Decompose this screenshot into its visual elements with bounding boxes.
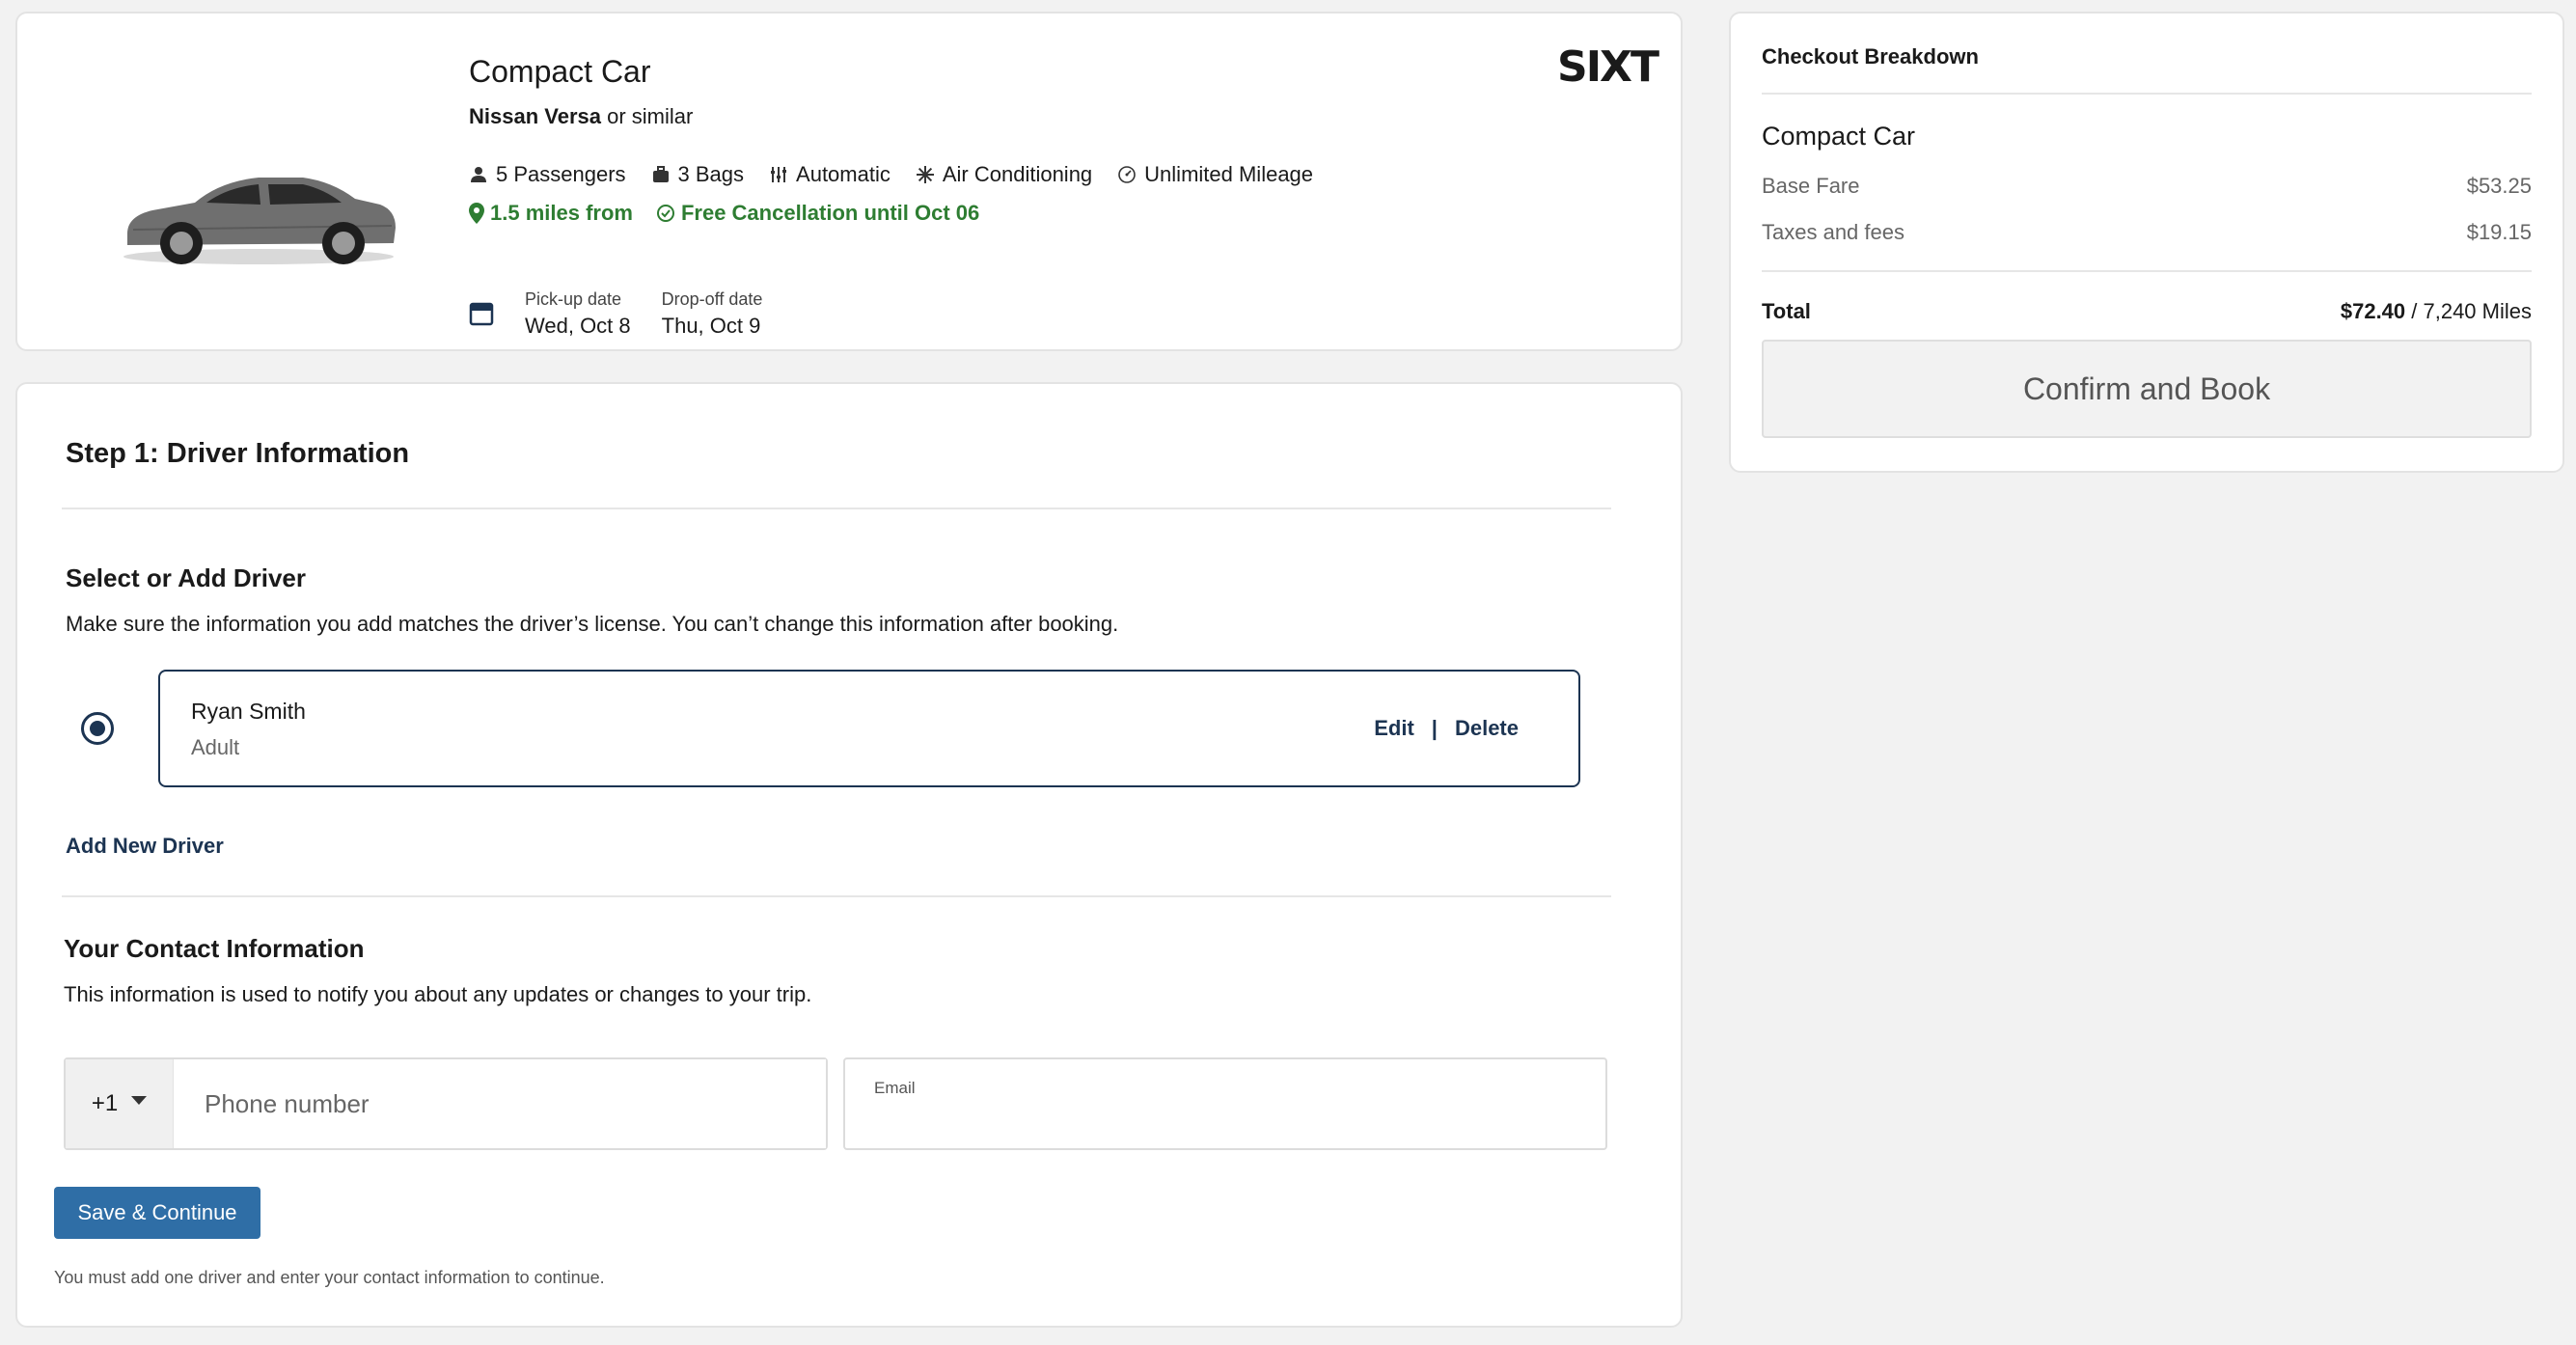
divider	[62, 508, 1611, 509]
country-code-select[interactable]: +1	[66, 1059, 174, 1148]
divider	[1762, 270, 2532, 272]
select-driver-title: Select or Add Driver	[66, 563, 307, 592]
total-amount: $72.40 / 7,240 Miles	[2341, 299, 2532, 324]
taxes-value: $19.15	[2466, 220, 2532, 244]
select-driver-description: Make sure the information you add matche…	[66, 612, 1119, 636]
total-label: Total	[1762, 299, 1811, 323]
cancellation-info: Free Cancellation until Oct 06	[656, 201, 979, 226]
pickup-date: Pick-up date Wed, Oct 8	[525, 289, 631, 339]
checkout-breakdown-card: Checkout Breakdown Compact Car Base Fare…	[1729, 12, 2564, 473]
divider	[62, 895, 1611, 897]
edit-driver-link[interactable]: Edit	[1374, 716, 1414, 741]
driver-name: Ryan Smith	[191, 699, 306, 724]
car-features: 5 Passengers 3 Bags Automatic Air Condit…	[469, 162, 1313, 187]
step-title: Step 1: Driver Information	[66, 438, 410, 469]
total-value: $72.40	[2340, 299, 2406, 323]
dropoff-date: Drop-off date Thu, Oct 9	[662, 289, 763, 339]
feature-bags: 3 Bags	[651, 162, 745, 187]
driver-card[interactable]: Ryan Smith Adult Edit | Delete	[158, 670, 1580, 787]
country-code-value: +1	[91, 1090, 119, 1116]
base-fare-label: Base Fare	[1762, 174, 1860, 198]
car-model-name: Nissan Versa	[469, 104, 601, 128]
phone-number-input[interactable]	[174, 1059, 826, 1148]
continue-requirement-note: You must add one driver and enter your c…	[54, 1268, 605, 1287]
contact-info-title: Your Contact Information	[64, 934, 365, 963]
phone-field: +1	[64, 1057, 828, 1150]
feature-passengers: 5 Passengers	[469, 162, 626, 187]
save-continue-button[interactable]: Save & Continue	[54, 1187, 260, 1239]
feature-mileage-label: Unlimited Mileage	[1144, 162, 1314, 186]
divider	[1762, 93, 2532, 95]
total-miles: / 7,240 Miles	[2405, 299, 2532, 323]
dropoff-date-value: Thu, Oct 9	[661, 314, 761, 338]
rental-dates: Pick-up date Wed, Oct 8 Drop-off date Th…	[469, 289, 762, 339]
dropoff-date-label: Drop-off date	[661, 289, 763, 309]
email-label: Email	[874, 1079, 916, 1097]
sixt-logo: SIXT	[1557, 42, 1659, 92]
confirm-book-button[interactable]: Confirm and Book	[1762, 340, 2532, 438]
car-image	[123, 178, 396, 264]
taxes-row: Taxes and fees $19.15	[1762, 220, 2532, 245]
distance-info: 1.5 miles from	[469, 201, 633, 226]
feature-bags-label: 3 Bags	[677, 162, 745, 186]
delete-driver-link[interactable]: Delete	[1455, 716, 1519, 741]
car-summary-card: Compact Car Nissan Versa or similar 5 Pa…	[15, 12, 1683, 351]
feature-passengers-label: 5 Passengers	[496, 162, 626, 186]
pickup-date-value: Wed, Oct 8	[525, 314, 631, 338]
base-fare-row: Base Fare $53.25	[1762, 174, 2532, 199]
car-title: Compact Car	[469, 54, 651, 89]
feature-ac-label: Air Conditioning	[942, 162, 1093, 186]
map-pin-icon	[469, 203, 484, 224]
feature-mileage: Unlimited Mileage	[1117, 162, 1313, 187]
add-new-driver-link[interactable]: Add New Driver	[66, 834, 224, 859]
driver-radio-selected[interactable]	[81, 712, 114, 745]
check-circle-icon	[656, 205, 674, 222]
contact-info-description: This information is used to notify you a…	[64, 982, 812, 1006]
feature-ac: Air Conditioning	[916, 162, 1092, 187]
distance-text: 1.5 miles from	[490, 201, 633, 225]
taxes-label: Taxes and fees	[1762, 220, 1905, 244]
email-field[interactable]: Email	[843, 1057, 1607, 1150]
gear-shift-icon	[771, 167, 787, 182]
calendar-icon	[469, 302, 494, 326]
car-model: Nissan Versa or similar	[469, 104, 693, 129]
cancellation-text: Free Cancellation until Oct 06	[680, 201, 980, 225]
feature-transmission: Automatic	[769, 162, 891, 187]
driver-information-card: Step 1: Driver Information Select or Add…	[15, 382, 1683, 1328]
person-icon	[471, 167, 486, 182]
checkout-car-name: Compact Car	[1762, 122, 1916, 151]
chevron-down-icon	[131, 1095, 148, 1105]
feature-transmission-label: Automatic	[796, 162, 891, 186]
action-separator: |	[1431, 716, 1438, 740]
snowflake-icon	[916, 166, 934, 183]
luggage-icon	[652, 166, 669, 182]
car-model-suffix: or similar	[600, 104, 694, 128]
driver-type: Adult	[191, 735, 240, 759]
checkout-title: Checkout Breakdown	[1762, 44, 1979, 69]
speedometer-icon	[1118, 166, 1136, 183]
email-input[interactable]	[874, 1106, 1569, 1128]
total-row: Total $72.40 / 7,240 Miles	[1762, 299, 2532, 324]
location-cancellation-row: 1.5 miles from Free Cancellation until O…	[469, 201, 979, 226]
pickup-date-label: Pick-up date	[525, 289, 622, 309]
base-fare-value: $53.25	[2466, 174, 2532, 198]
driver-actions: Edit | Delete	[1374, 716, 1519, 741]
